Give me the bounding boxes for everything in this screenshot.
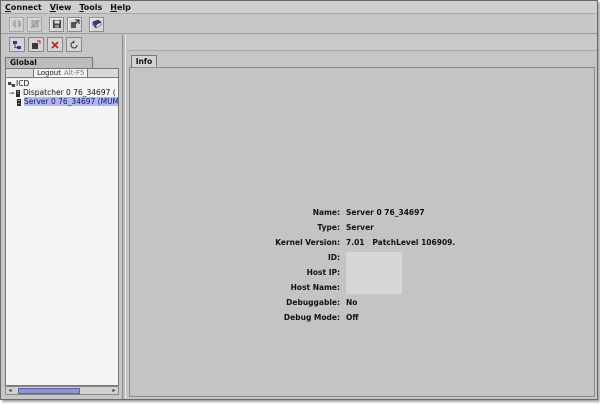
disconnect-icon bbox=[30, 19, 39, 29]
tree-node-root-label: ICD bbox=[16, 79, 30, 88]
details-toolbar bbox=[127, 35, 597, 51]
field-host-name-row: Host Name: bbox=[130, 283, 340, 293]
scroll-left-arrow-icon[interactable]: ◂ bbox=[6, 387, 14, 394]
field-id-label: ID: bbox=[327, 253, 340, 262]
application-window: Connect View Tools Help Global ICD ⊸ Dis… bbox=[0, 0, 598, 400]
field-name-label: Name: bbox=[312, 208, 340, 217]
menu-help-label: Help bbox=[110, 2, 131, 12]
expand-toggle-icon[interactable]: ⊸ bbox=[9, 90, 14, 97]
tooltip-text: Logout bbox=[37, 69, 61, 77]
field-kernel-row: Kernel Version: bbox=[130, 238, 340, 248]
cluster-toolbar bbox=[9, 37, 85, 53]
field-debuggable-value-wrap: No bbox=[346, 298, 586, 308]
save-button[interactable] bbox=[49, 16, 64, 32]
help-book-button[interactable] bbox=[89, 16, 104, 32]
tree-view-icon bbox=[13, 40, 21, 49]
remove-element-icon bbox=[51, 40, 59, 49]
logout-tooltip: Logout Alt-F5 bbox=[33, 68, 89, 78]
tree-horizontal-scrollbar[interactable]: ◂ ▸ bbox=[5, 386, 119, 395]
cluster-tree[interactable]: ICD ⊸ Dispatcher 0 76_34697 ( Server 0 76… bbox=[5, 78, 119, 386]
connect-button[interactable] bbox=[9, 16, 24, 32]
menu-connect-label: Connect bbox=[5, 2, 42, 12]
field-host-name-label: Host Name: bbox=[290, 283, 340, 292]
menu-mnemonic: T bbox=[79, 2, 84, 12]
field-debug-mode-value: Off bbox=[346, 313, 359, 322]
menu-mnemonic: V bbox=[49, 2, 56, 12]
menu-view-label: View bbox=[49, 2, 72, 12]
refresh-icon bbox=[70, 40, 78, 48]
field-type-value: Server bbox=[346, 223, 374, 232]
field-debuggable-label: Debuggable: bbox=[286, 298, 340, 307]
tree-node-server-label: Server 0 76_34697 (MUM bbox=[24, 97, 119, 106]
field-name-row: Name: bbox=[130, 208, 340, 218]
remove-element-button[interactable] bbox=[47, 37, 63, 52]
field-host-ip-label: Host IP: bbox=[306, 268, 340, 277]
disconnect-button[interactable] bbox=[27, 16, 42, 32]
cluster-icon bbox=[8, 81, 15, 87]
field-name-value-wrap: Server 0 76_34697 bbox=[346, 208, 586, 218]
scroll-right-arrow-icon[interactable]: ▸ bbox=[110, 387, 118, 394]
field-debug-mode-value-wrap: Off bbox=[346, 313, 586, 323]
field-type-value-wrap: Server bbox=[346, 223, 586, 233]
tab-info[interactable]: Info bbox=[131, 55, 157, 67]
field-debuggable-row: Debuggable: bbox=[130, 298, 340, 308]
add-element-button[interactable] bbox=[28, 37, 44, 52]
field-kernel-label: Kernel Version: bbox=[275, 238, 340, 247]
menu-view[interactable]: View bbox=[50, 3, 72, 12]
tree-node-dispatcher-label: Dispatcher 0 76_34697 ( bbox=[23, 88, 116, 97]
export-icon bbox=[70, 19, 79, 28]
export-button[interactable] bbox=[67, 16, 82, 32]
field-kernel-value-wrap: 7.01 PatchLevel 106909. bbox=[346, 238, 586, 248]
main-toolbar bbox=[1, 15, 597, 34]
field-debuggable-value: No bbox=[346, 298, 358, 307]
cluster-navigation-pane: Global Configuration Cluster ICD ⊸Dispat… bbox=[3, 35, 121, 399]
menu-tools-label: Tools bbox=[79, 2, 103, 12]
menu-bar: Connect View Tools Help bbox=[1, 1, 597, 14]
menu-mnemonic: C bbox=[5, 2, 11, 12]
dispatcher-icon bbox=[16, 89, 21, 97]
tab-global-configuration[interactable]: Global Configuration bbox=[5, 57, 93, 77]
tree-node-server[interactable]: Server 0 76_34697 (MUM bbox=[16, 97, 119, 106]
tree-view-button[interactable] bbox=[9, 37, 25, 52]
field-kernel-value: 7.01 PatchLevel 106909. bbox=[346, 238, 456, 247]
field-type-row: Type: bbox=[130, 223, 340, 233]
scrollbar-thumb[interactable] bbox=[18, 388, 80, 394]
refresh-button[interactable] bbox=[66, 37, 82, 52]
menu-mnemonic: H bbox=[110, 2, 117, 12]
field-host-ip-row: Host IP: bbox=[130, 268, 340, 278]
tooltip-shortcut: Alt-F5 bbox=[63, 69, 85, 77]
connect-icon bbox=[12, 20, 21, 28]
field-debug-mode-row: Debug Mode: bbox=[130, 313, 340, 323]
redacted-block bbox=[346, 252, 402, 294]
menu-tools[interactable]: Tools bbox=[79, 3, 102, 12]
field-id-row: ID: bbox=[130, 253, 340, 263]
menu-connect[interactable]: Connect bbox=[5, 3, 42, 12]
add-element-icon bbox=[32, 39, 41, 49]
field-name-value: Server 0 76_34697 bbox=[346, 208, 425, 217]
book-icon bbox=[92, 19, 101, 29]
details-pane: Info Name: Server 0 76_34697 Type: Serve… bbox=[127, 35, 597, 399]
menu-help[interactable]: Help bbox=[110, 3, 131, 12]
field-debug-mode-label: Debug Mode: bbox=[283, 313, 340, 322]
split-pane-divider[interactable] bbox=[122, 35, 126, 399]
save-icon bbox=[52, 20, 61, 28]
info-panel: Name: Server 0 76_34697 Type: Server Ker… bbox=[129, 67, 595, 397]
tree-node-root[interactable]: ICD bbox=[8, 79, 29, 88]
server-icon bbox=[17, 98, 21, 106]
field-type-label: Type: bbox=[317, 223, 340, 232]
